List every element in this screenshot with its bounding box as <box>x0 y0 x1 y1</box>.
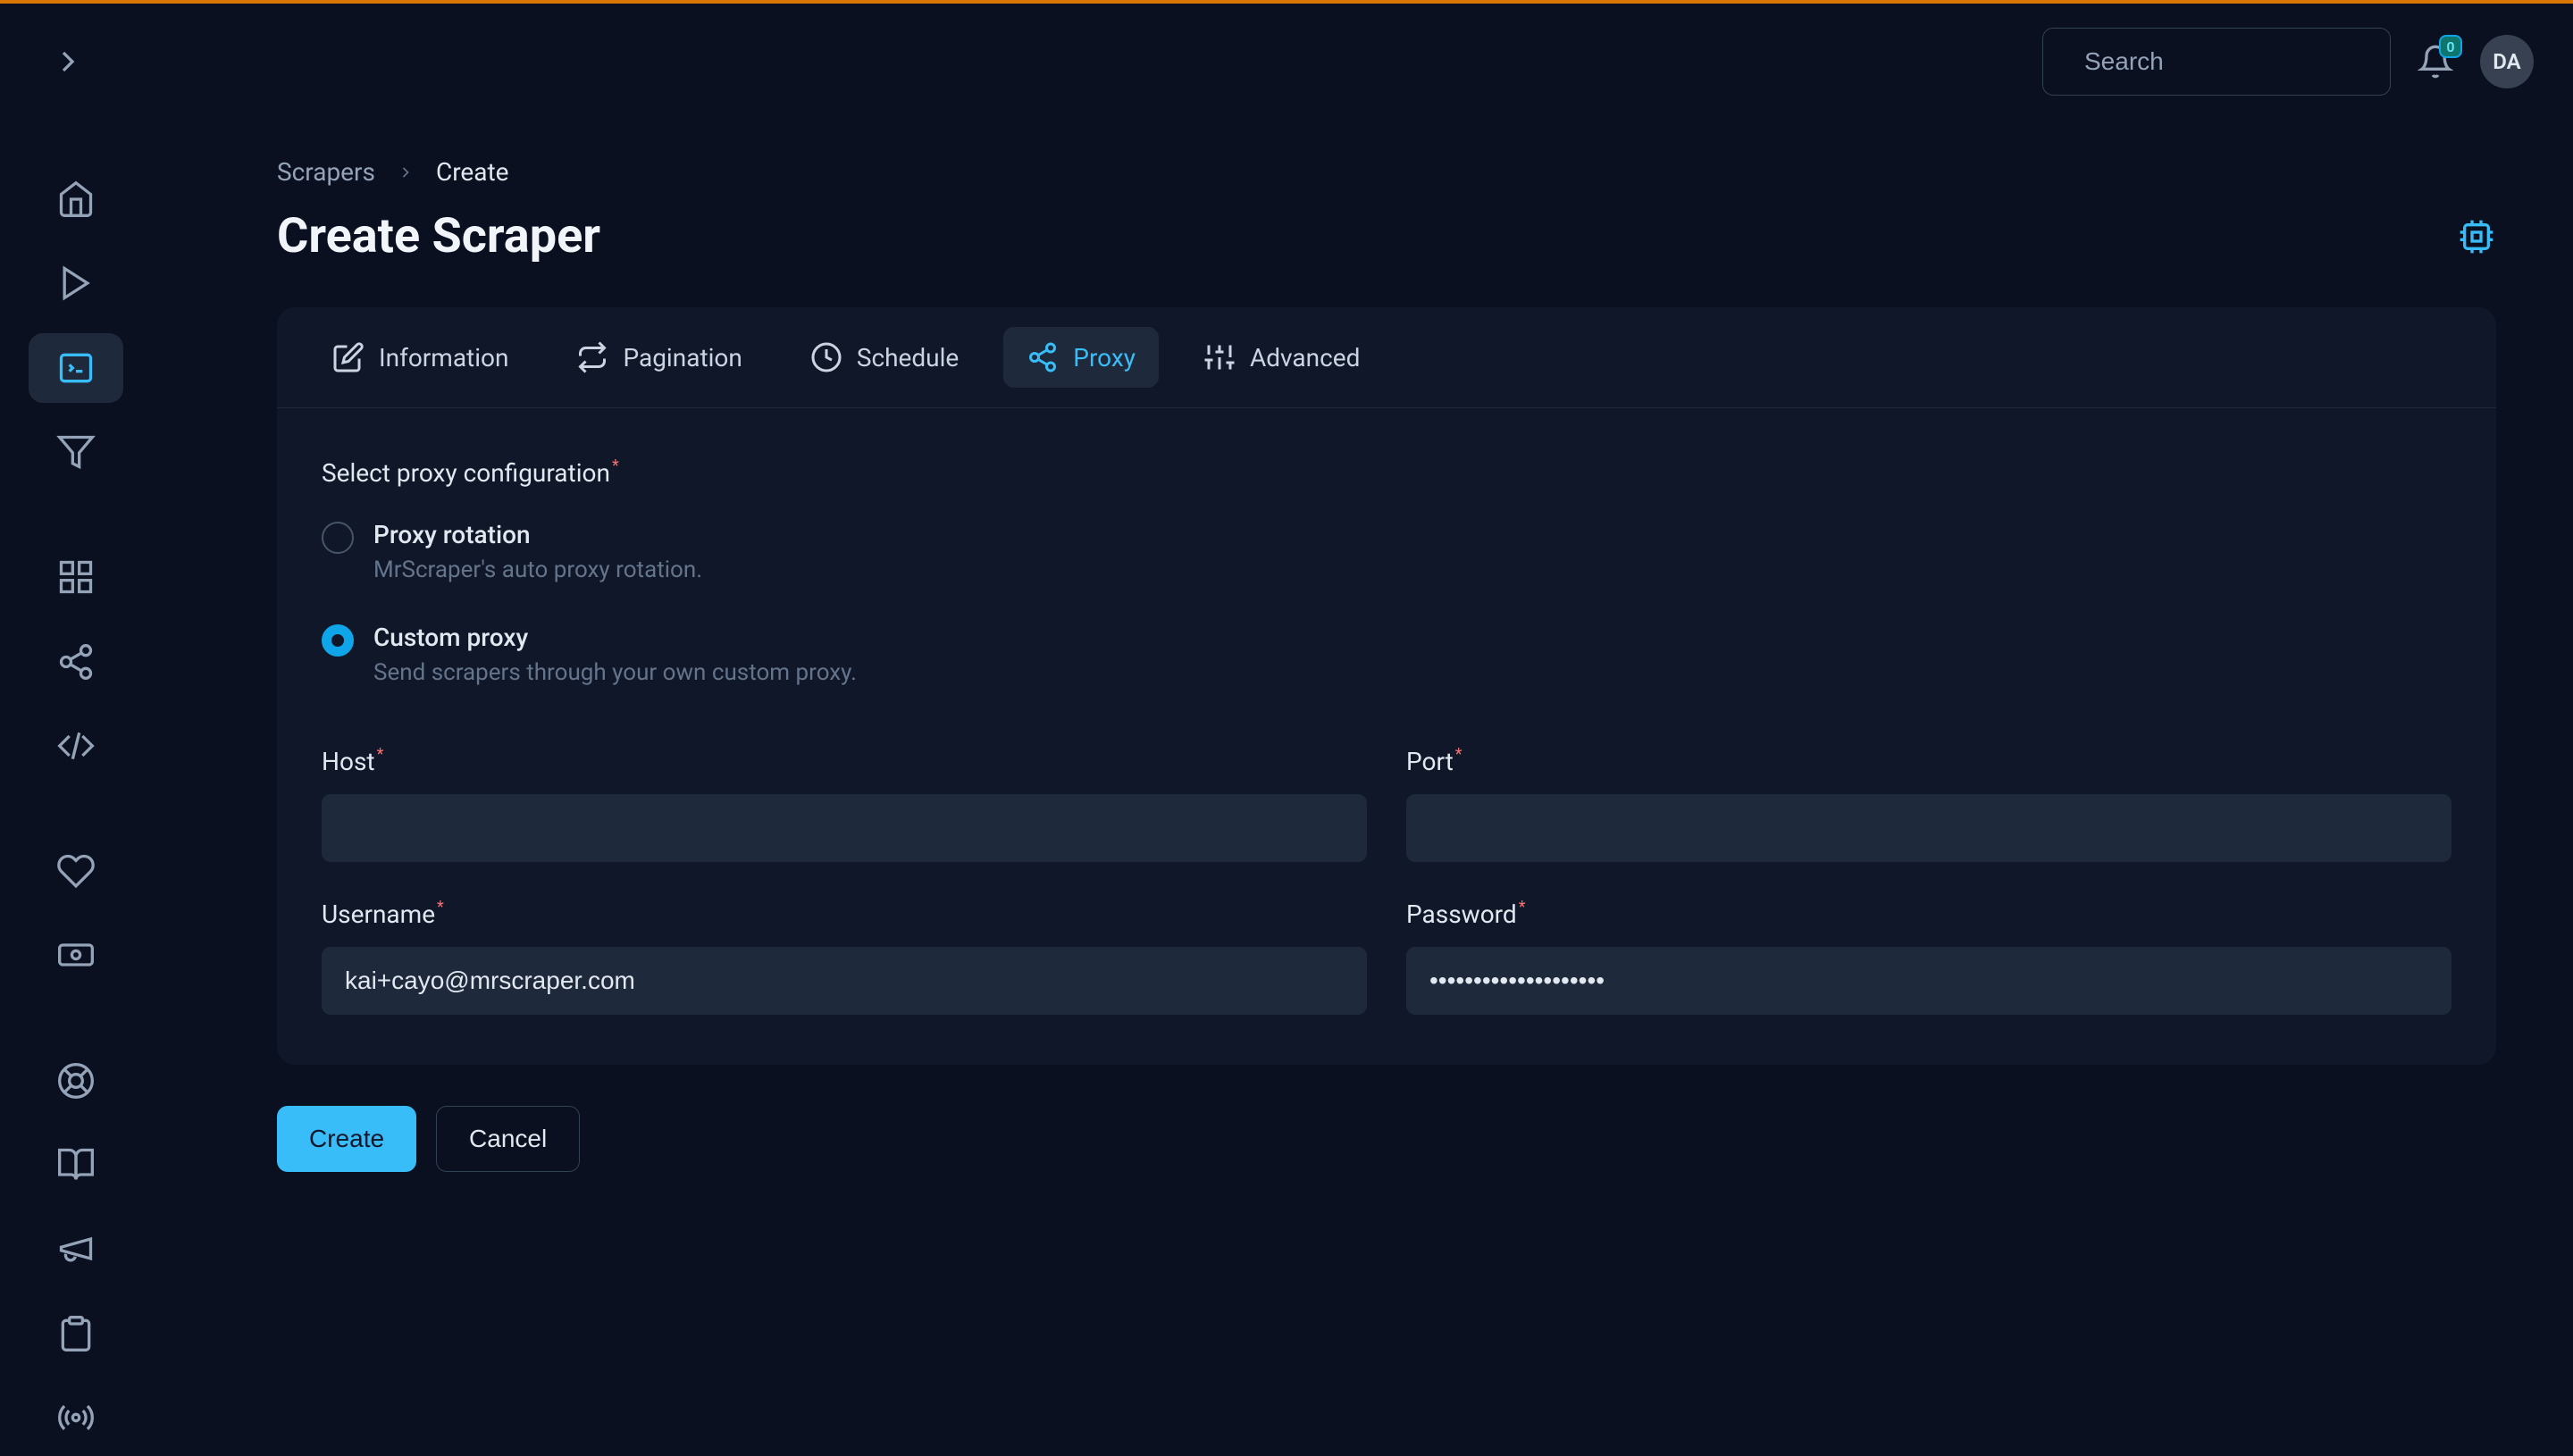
host-label: Host* <box>322 747 1367 776</box>
host-input[interactable] <box>322 794 1367 862</box>
share-icon <box>56 642 96 682</box>
home-icon <box>56 180 96 219</box>
radio-desc: Send scrapers through your own custom pr… <box>373 659 857 686</box>
sidebar-item-clipboard[interactable] <box>29 1298 123 1368</box>
sidebar-toggle-button[interactable] <box>50 44 86 79</box>
tab-label: Pagination <box>623 343 742 372</box>
radio-title: Custom proxy <box>373 623 857 652</box>
required-mark: * <box>612 458 619 474</box>
heart-icon <box>56 851 96 891</box>
radio-circle <box>322 522 354 554</box>
cpu-button[interactable] <box>2457 217 2496 256</box>
book-icon <box>56 1145 96 1184</box>
tab-label: Proxy <box>1073 343 1136 372</box>
username-input[interactable] <box>322 947 1367 1015</box>
tab-bar: Information Pagination Schedule Proxy Ad… <box>277 307 2496 408</box>
host-field-group: Host* <box>322 747 1367 862</box>
tab-label: Information <box>379 343 508 372</box>
share-icon <box>1027 341 1059 373</box>
sidebar-item-heart[interactable] <box>29 836 123 906</box>
sidebar-item-share[interactable] <box>29 626 123 696</box>
port-input[interactable] <box>1406 794 2451 862</box>
tab-proxy[interactable]: Proxy <box>1003 327 1159 388</box>
sidebar-item-grid[interactable] <box>29 542 123 612</box>
tab-pagination[interactable]: Pagination <box>553 327 765 388</box>
radio-title: Proxy rotation <box>373 520 702 549</box>
tab-schedule[interactable]: Schedule <box>787 327 982 388</box>
notifications-button[interactable]: 0 <box>2416 42 2455 81</box>
broadcast-icon <box>56 1398 96 1437</box>
sidebar-item-terminal[interactable] <box>29 333 123 403</box>
sidebar-item-code[interactable] <box>29 711 123 781</box>
radio-circle-checked <box>322 624 354 657</box>
clock-icon <box>810 341 842 373</box>
chevron-right-icon <box>50 44 86 79</box>
edit-icon <box>332 341 365 373</box>
required-mark: * <box>377 747 384 763</box>
tab-advanced[interactable]: Advanced <box>1180 327 1383 388</box>
required-mark: * <box>1519 900 1526 916</box>
sidebar-item-home[interactable] <box>29 164 123 234</box>
sidebar-item-broadcast[interactable] <box>29 1383 123 1452</box>
required-mark: * <box>437 900 444 916</box>
terminal-icon <box>56 348 96 388</box>
billing-icon <box>56 935 96 975</box>
port-label: Port* <box>1406 747 2451 776</box>
radio-desc: MrScraper's auto proxy rotation. <box>373 556 702 583</box>
sidebar-item-filter[interactable] <box>29 417 123 487</box>
grid-icon <box>56 557 96 597</box>
proxy-config-label: Select proxy configuration* <box>322 458 2451 488</box>
breadcrumb-current: Create <box>436 157 509 187</box>
tab-label: Schedule <box>857 343 959 372</box>
username-field-group: Username* <box>322 900 1367 1015</box>
sidebar-item-announce[interactable] <box>29 1214 123 1284</box>
radio-proxy-rotation[interactable]: Proxy rotation MrScraper's auto proxy ro… <box>322 520 2451 583</box>
password-label: Password* <box>1406 900 2451 929</box>
tab-information[interactable]: Information <box>309 327 532 388</box>
sliders-icon <box>1203 341 1236 373</box>
sidebar-item-play[interactable] <box>29 248 123 318</box>
form-actions: Create Cancel <box>277 1106 2496 1172</box>
radio-custom-proxy[interactable]: Custom proxy Send scrapers through your … <box>322 623 2451 686</box>
code-icon <box>56 726 96 766</box>
sidebar <box>0 4 152 1452</box>
port-field-group: Port* <box>1406 747 2451 862</box>
clipboard-icon <box>56 1314 96 1353</box>
repeat-icon <box>576 341 608 373</box>
sidebar-item-docs[interactable] <box>29 1130 123 1200</box>
breadcrumb-scrapers[interactable]: Scrapers <box>277 157 375 187</box>
form-panel: Information Pagination Schedule Proxy Ad… <box>277 307 2496 1065</box>
breadcrumb: Scrapers Create <box>277 157 2496 187</box>
cpu-icon <box>2459 219 2494 255</box>
password-input[interactable] <box>1406 947 2451 1015</box>
chevron-right-icon <box>397 163 415 181</box>
megaphone-icon <box>56 1229 96 1268</box>
username-label: Username* <box>322 900 1367 929</box>
sidebar-item-help[interactable] <box>29 1045 123 1115</box>
notification-badge: 0 <box>2439 35 2462 58</box>
sidebar-item-billing[interactable] <box>29 920 123 990</box>
cancel-button[interactable]: Cancel <box>436 1106 580 1172</box>
search-box[interactable] <box>2042 28 2391 96</box>
lifebuoy-icon <box>56 1061 96 1100</box>
filter-icon <box>56 432 96 472</box>
proxy-radio-group: Proxy rotation MrScraper's auto proxy ro… <box>322 520 2451 686</box>
required-mark: * <box>1455 747 1463 763</box>
tab-label: Advanced <box>1250 343 1360 372</box>
main-content: Scrapers Create Create Scraper Informati… <box>152 4 2573 1452</box>
password-field-group: Password* <box>1406 900 2451 1015</box>
page-title: Create Scraper <box>277 208 600 264</box>
create-button[interactable]: Create <box>277 1106 416 1172</box>
search-input[interactable] <box>2084 47 2407 76</box>
avatar[interactable]: DA <box>2480 35 2534 88</box>
play-icon <box>56 264 96 303</box>
